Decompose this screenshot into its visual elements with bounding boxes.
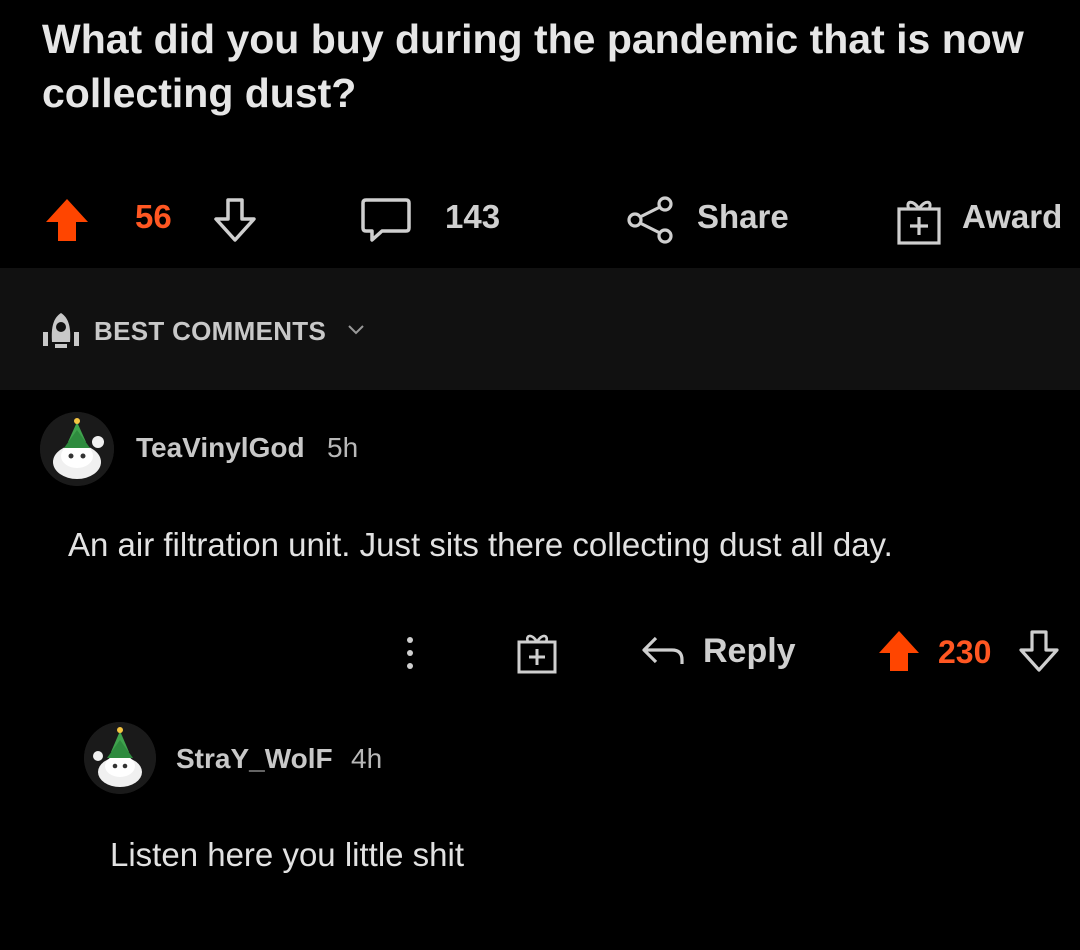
award-icon[interactable] [893,195,945,247]
comment-body: Listen here you little shit [110,836,465,873]
award-button[interactable]: Award [962,198,1062,236]
comment-score: 230 [938,634,992,670]
award-icon[interactable] [514,630,560,676]
comment-icon[interactable] [360,196,412,244]
post-action-bar: 56 143 Share Award [0,180,1080,260]
upvote-icon[interactable] [42,195,92,245]
post-score: 56 [135,198,172,235]
share-button[interactable]: Share [697,198,789,236]
avatar[interactable] [84,722,156,794]
comment-timestamp: 5h [327,432,359,463]
avatar[interactable] [40,412,114,486]
more-options-icon[interactable] [392,632,428,674]
chevron-down-icon[interactable] [346,320,366,340]
comment-username[interactable]: StraY_WolF [176,743,333,775]
snoo-avatar-icon [84,722,156,794]
comment-body: An air filtration unit. Just sits there … [68,526,893,563]
downvote-icon[interactable] [210,195,260,245]
comment-sort-bar[interactable]: BEST COMMENTS [0,268,1080,390]
upvote-icon[interactable] [876,628,922,674]
snoo-avatar-icon [40,412,114,486]
reply-icon[interactable] [640,632,688,672]
share-icon[interactable] [625,194,677,246]
comment-count: 143 [445,198,501,235]
reddit-post-page: What did you buy during the pandemic tha… [0,0,1080,950]
downvote-icon[interactable] [1016,628,1062,674]
comment-timestamp: 4h [351,743,383,774]
comment-username[interactable]: TeaVinylGod [136,432,305,464]
rocket-icon [43,313,79,348]
post-title: What did you buy during the pandemic tha… [42,16,1024,116]
sort-label[interactable]: BEST COMMENTS [94,316,326,347]
reply-button[interactable]: Reply [703,632,796,671]
